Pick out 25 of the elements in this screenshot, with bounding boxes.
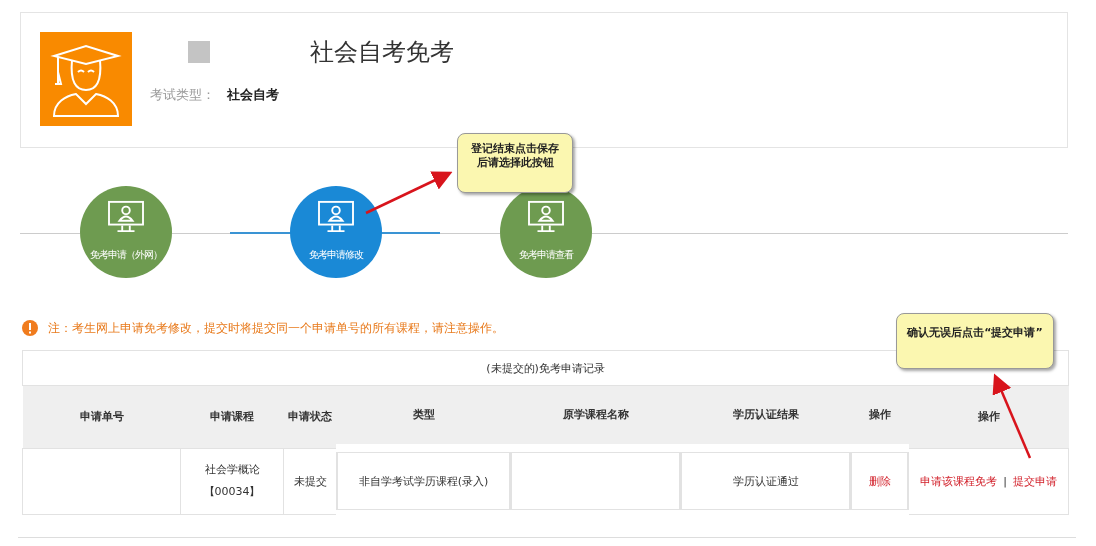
column-header: 操作: [908, 385, 1069, 448]
warning-icon: [22, 320, 38, 336]
status-cell: 未提交: [283, 448, 337, 514]
delete-link[interactable]: 删除: [868, 473, 891, 489]
column-header: 申请状态: [283, 385, 337, 448]
page-title: 社会自考免考: [310, 37, 454, 68]
column-header: 申请课程: [180, 385, 284, 448]
redaction-block: [188, 41, 210, 63]
link-separator: |: [1003, 474, 1007, 488]
notice-text: 注：考生网上申请免考修改，提交时将提交同一个申请单号的所有课程，请注意操作。: [48, 320, 504, 336]
monitor-user-icon: [527, 200, 565, 234]
course-cell: 社会学概论 【00034】: [203, 463, 261, 498]
step-button[interactable]: 免考申请修改: [290, 186, 382, 278]
monitor-user-icon: [317, 200, 355, 234]
graduate-avatar-icon: [40, 32, 132, 126]
tooltip-callout: 确认无误后点击“提交申请”: [896, 313, 1054, 369]
table-title: (未提交的)免考申请记录: [22, 350, 1069, 386]
column-header: 申请单号: [22, 385, 181, 448]
exam-type-value: 社会自考: [227, 86, 279, 104]
step-button[interactable]: 免考申请（外网）: [80, 186, 172, 278]
apply-exemption-link[interactable]: 申请该课程免考: [919, 473, 997, 489]
monitor-user-icon: [107, 200, 145, 234]
exam-type-label: 考试类型：: [150, 86, 215, 104]
submit-application-link[interactable]: 提交申请: [1013, 473, 1058, 489]
tooltip-callout: 登记结束点击保存后请选择此按钮: [457, 133, 573, 193]
